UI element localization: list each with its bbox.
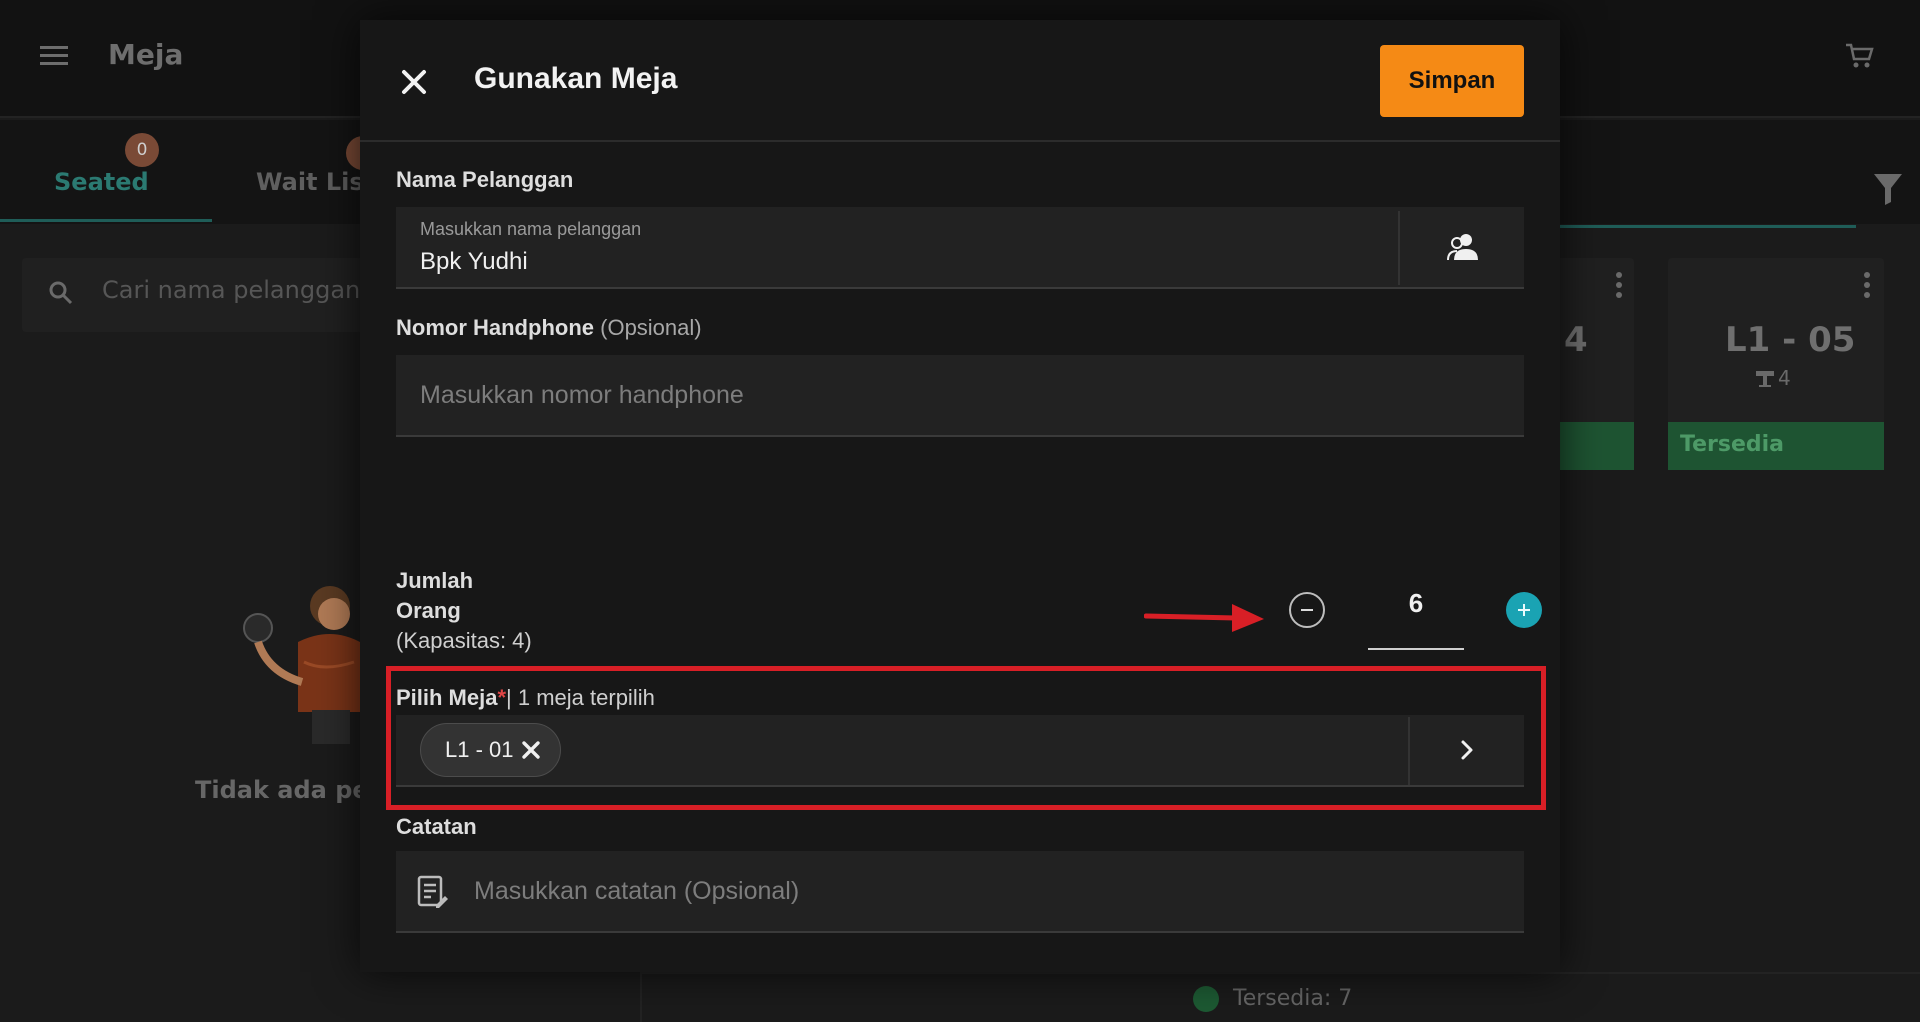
remove-chip-icon[interactable] xyxy=(520,739,542,761)
customer-name-label: Nama Pelanggan xyxy=(396,167,574,192)
seated-count-badge: 0 xyxy=(125,133,159,167)
chevron-right-icon xyxy=(1461,740,1473,760)
empty-state-text: Tidak ada pel xyxy=(195,776,377,804)
filter-icon[interactable] xyxy=(1873,172,1903,206)
available-legend-text: Tersedia: 7 xyxy=(1233,986,1353,1011)
table-card-number: L1 - 05 xyxy=(1725,320,1856,360)
tab-seated[interactable]: Seated xyxy=(54,168,149,196)
table-select-field[interactable]: L1 - 01 xyxy=(396,715,1524,787)
phone-field[interactable] xyxy=(396,355,1524,437)
selected-table-chip-label: L1 - 01 xyxy=(445,737,514,762)
decrease-people-button[interactable] xyxy=(1289,592,1325,628)
phone-optional-text: (Opsional) xyxy=(600,315,702,340)
search-placeholder: Cari nama pelanggan xyxy=(102,276,361,304)
cart-icon[interactable] xyxy=(1844,42,1874,70)
select-table-label-text: Pilih Meja xyxy=(396,685,498,710)
close-icon[interactable] xyxy=(394,62,434,102)
table-card[interactable]: L1 - 05 4 Tersedia xyxy=(1668,258,1884,470)
people-count-label: Jumlah Orang (Kapasitas: 4) xyxy=(396,566,532,656)
use-table-dialog: Gunakan Meja Simpan Nama Pelanggan Masuk… xyxy=(360,20,1560,972)
search-icon xyxy=(49,281,73,305)
notes-label: Catatan xyxy=(396,814,477,839)
notes-field[interactable] xyxy=(396,851,1524,933)
select-table-label: Pilih Meja*| 1 meja terpilih xyxy=(396,685,655,711)
phone-input[interactable] xyxy=(420,377,1500,413)
divider xyxy=(640,972,1920,974)
customer-name-floating-label: Masukkan nama pelanggan xyxy=(420,219,642,239)
available-legend-dot xyxy=(1193,986,1219,1012)
capacity-text: (Kapasitas: 4) xyxy=(396,628,532,653)
seat-icon xyxy=(1756,371,1774,387)
contacts-icon xyxy=(1447,234,1478,261)
people-label-line1: Jumlah xyxy=(396,568,474,593)
menu-icon[interactable] xyxy=(40,46,68,66)
table-card-capacity: 4 xyxy=(1778,366,1791,390)
active-tab-indicator xyxy=(0,219,212,222)
phone-label: Nomor Handphone (Opsional) xyxy=(396,315,702,341)
table-card-status: Tersedia xyxy=(1668,422,1884,470)
more-options-icon[interactable] xyxy=(1616,272,1622,302)
selected-table-chip: L1 - 01 xyxy=(420,723,561,777)
phone-label-text: Nomor Handphone xyxy=(396,315,594,340)
contacts-button[interactable] xyxy=(1402,207,1524,287)
table-card-number: 4 xyxy=(1564,320,1588,360)
people-label-line2: Orang xyxy=(396,598,461,623)
page-title: Meja xyxy=(108,38,184,71)
open-table-picker-button[interactable] xyxy=(1410,715,1524,785)
people-count-underline xyxy=(1368,648,1464,650)
selected-count-text: | 1 meja terpilih xyxy=(506,685,655,710)
more-options-icon[interactable] xyxy=(1864,272,1870,302)
increase-people-button[interactable] xyxy=(1506,592,1542,628)
people-count-value[interactable]: 6 xyxy=(1368,588,1464,619)
notes-icon xyxy=(417,875,448,908)
notes-input[interactable] xyxy=(474,873,1494,909)
save-button[interactable]: Simpan xyxy=(1380,45,1524,117)
tab-wait-list[interactable]: Wait List xyxy=(256,168,375,196)
tab-indicator-right xyxy=(1556,225,1856,228)
required-mark: * xyxy=(497,685,507,710)
customer-name-field[interactable]: Masukkan nama pelanggan xyxy=(396,207,1524,289)
field-separator xyxy=(1398,211,1400,285)
dialog-title: Gunakan Meja xyxy=(474,62,678,95)
divider xyxy=(640,972,642,1022)
dialog-header: Gunakan Meja Simpan xyxy=(360,20,1560,142)
customer-name-input[interactable] xyxy=(420,245,1420,279)
empty-state-illustration xyxy=(243,586,360,744)
